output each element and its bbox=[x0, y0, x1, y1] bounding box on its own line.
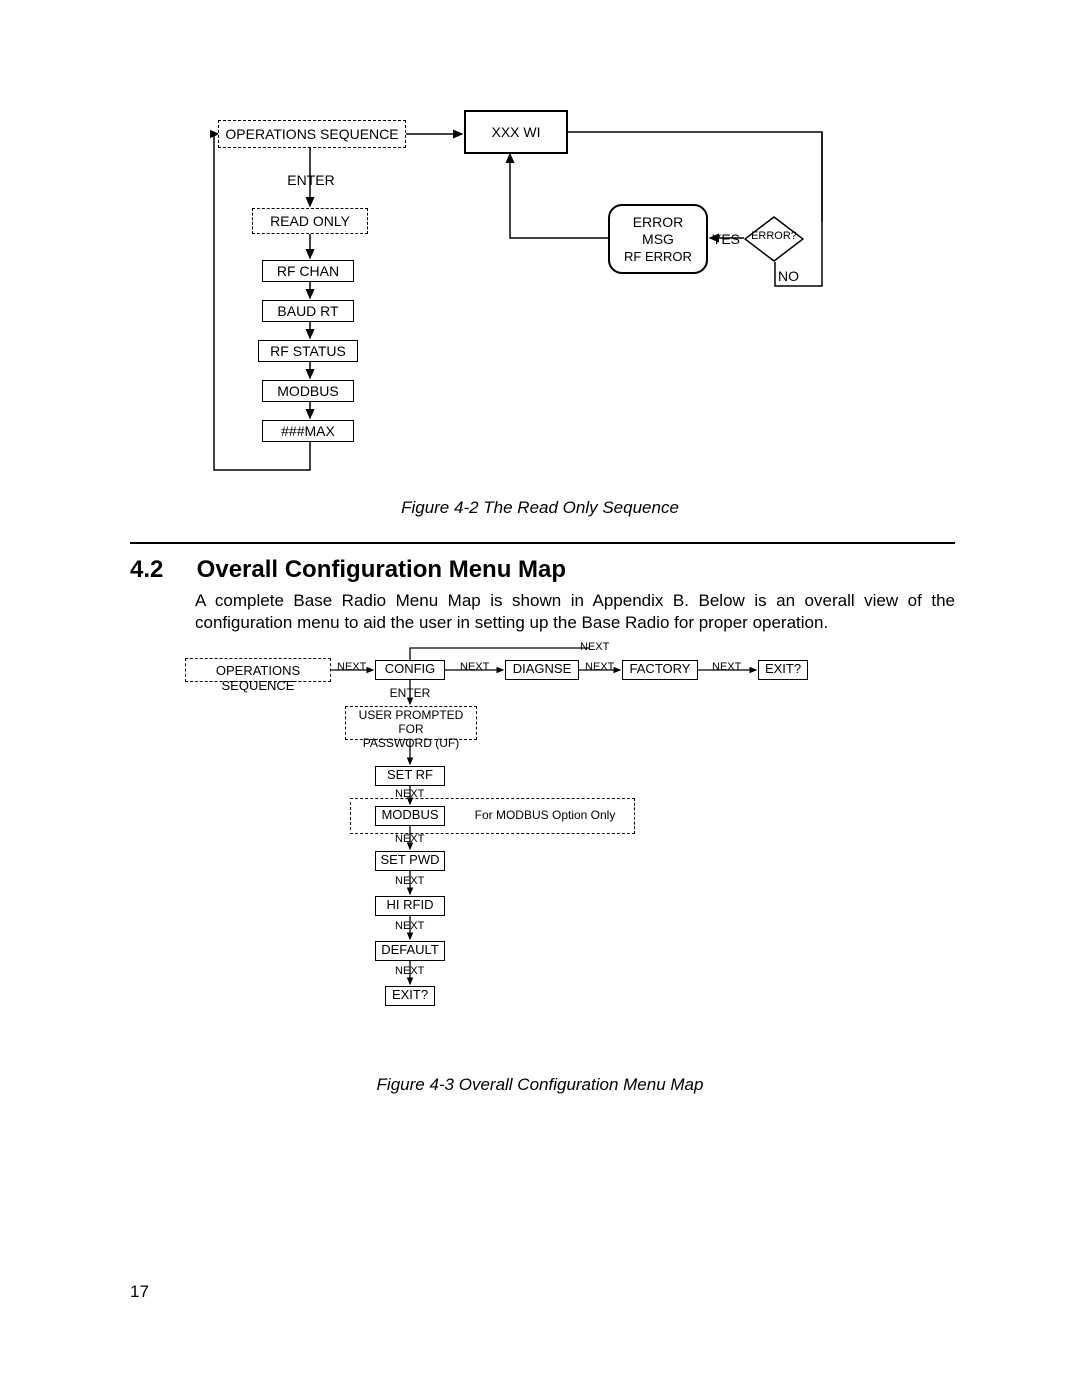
operations-sequence-box: OPERATIONS SEQUENCE bbox=[218, 120, 406, 148]
figure-4-3-arrows bbox=[185, 646, 825, 1046]
label: EXIT? bbox=[765, 661, 801, 676]
set-pwd-box: SET PWD bbox=[375, 851, 445, 871]
error-decision-diamond: ERROR? bbox=[744, 216, 804, 262]
label: OPERATIONS SEQUENCE bbox=[225, 126, 398, 142]
label: OPERATIONS SEQUENCE bbox=[216, 663, 300, 693]
max-count-box: ###MAX bbox=[262, 420, 354, 442]
label: PASSWORD (UF) bbox=[363, 736, 459, 750]
next-label: NEXT bbox=[585, 661, 614, 673]
label: SET PWD bbox=[381, 852, 440, 867]
label: RF STATUS bbox=[270, 343, 346, 359]
next-label: NEXT bbox=[460, 661, 489, 673]
label: MSG bbox=[642, 231, 674, 247]
read-only-box: READ ONLY bbox=[252, 208, 368, 234]
baud-rt-box: BAUD RT bbox=[262, 300, 354, 322]
label: ERROR? bbox=[744, 230, 804, 242]
label: MODBUS bbox=[381, 807, 438, 822]
label: DEFAULT bbox=[381, 942, 439, 957]
no-label: NO bbox=[778, 268, 799, 284]
figure-4-3-diagram: OPERATIONS SEQUENCE NEXT CONFIG NEXT DIA… bbox=[185, 646, 825, 1046]
page-number: 17 bbox=[130, 1282, 149, 1302]
label: SET RF bbox=[387, 767, 433, 782]
label: ERROR bbox=[633, 214, 684, 230]
modbus-box: MODBUS bbox=[262, 380, 354, 402]
diagnse-box: DIAGNSE bbox=[505, 660, 579, 680]
next-label: NEXT bbox=[395, 965, 424, 977]
label: DIAGNSE bbox=[513, 661, 572, 676]
modbus-box: MODBUS bbox=[375, 806, 445, 826]
label: MODBUS bbox=[277, 383, 338, 399]
figure-4-2-caption: Figure 4-2 The Read Only Sequence bbox=[0, 498, 1080, 518]
rf-status-box: RF STATUS bbox=[258, 340, 358, 362]
password-prompt-box: USER PROMPTED FOR PASSWORD (UF) bbox=[345, 706, 477, 740]
label: RF CHAN bbox=[277, 263, 339, 279]
section-divider bbox=[130, 542, 955, 544]
label: ###MAX bbox=[281, 423, 335, 439]
next-label: NEXT bbox=[395, 875, 424, 887]
next-label: NEXT bbox=[395, 833, 424, 845]
exit-bottom-box: EXIT? bbox=[385, 986, 435, 1006]
next-label: NEXT bbox=[712, 661, 741, 673]
label: XXX WI bbox=[491, 124, 540, 140]
label: USER PROMPTED FOR bbox=[359, 708, 464, 736]
figure-4-3-caption: Figure 4-3 Overall Configuration Menu Ma… bbox=[0, 1075, 1080, 1095]
exit-top-box: EXIT? bbox=[758, 660, 808, 680]
section-number: 4.2 bbox=[130, 556, 190, 584]
label: BAUD RT bbox=[277, 303, 338, 319]
next-label: NEXT bbox=[337, 661, 366, 673]
section-title: Overall Configuration Menu Map bbox=[197, 556, 566, 583]
rf-chan-box: RF CHAN bbox=[262, 260, 354, 282]
section-heading: 4.2 Overall Configuration Menu Map bbox=[130, 556, 566, 584]
label: FACTORY bbox=[630, 661, 691, 676]
figure-4-2-diagram: OPERATIONS SEQUENCE XXX WI ENTER READ ON… bbox=[210, 108, 830, 488]
next-label: NEXT bbox=[395, 920, 424, 932]
modbus-note: For MODBUS Option Only bbox=[465, 808, 625, 822]
label: EXIT? bbox=[392, 987, 428, 1002]
label: HI RFID bbox=[387, 897, 434, 912]
default-box: DEFAULT bbox=[375, 941, 445, 961]
error-msg-box: ERROR MSG RF ERROR bbox=[608, 204, 708, 274]
next-top-label: NEXT bbox=[580, 641, 609, 653]
yes-label: YES bbox=[712, 231, 740, 247]
xxx-wi-box: XXX WI bbox=[464, 110, 568, 154]
hi-rfid-box: HI RFID bbox=[375, 896, 445, 916]
label: READ ONLY bbox=[270, 213, 350, 229]
label: CONFIG bbox=[385, 661, 436, 676]
config-box: CONFIG bbox=[375, 660, 445, 680]
operations-sequence-box: OPERATIONS SEQUENCE bbox=[185, 658, 331, 682]
label: RF ERROR bbox=[624, 249, 692, 264]
set-rf-box: SET RF bbox=[375, 766, 445, 786]
enter-label: ENTER bbox=[388, 686, 432, 700]
page: OPERATIONS SEQUENCE XXX WI ENTER READ ON… bbox=[0, 0, 1080, 1397]
section-paragraph: A complete Base Radio Menu Map is shown … bbox=[195, 590, 955, 634]
enter-label: ENTER bbox=[281, 172, 341, 188]
factory-box: FACTORY bbox=[622, 660, 698, 680]
